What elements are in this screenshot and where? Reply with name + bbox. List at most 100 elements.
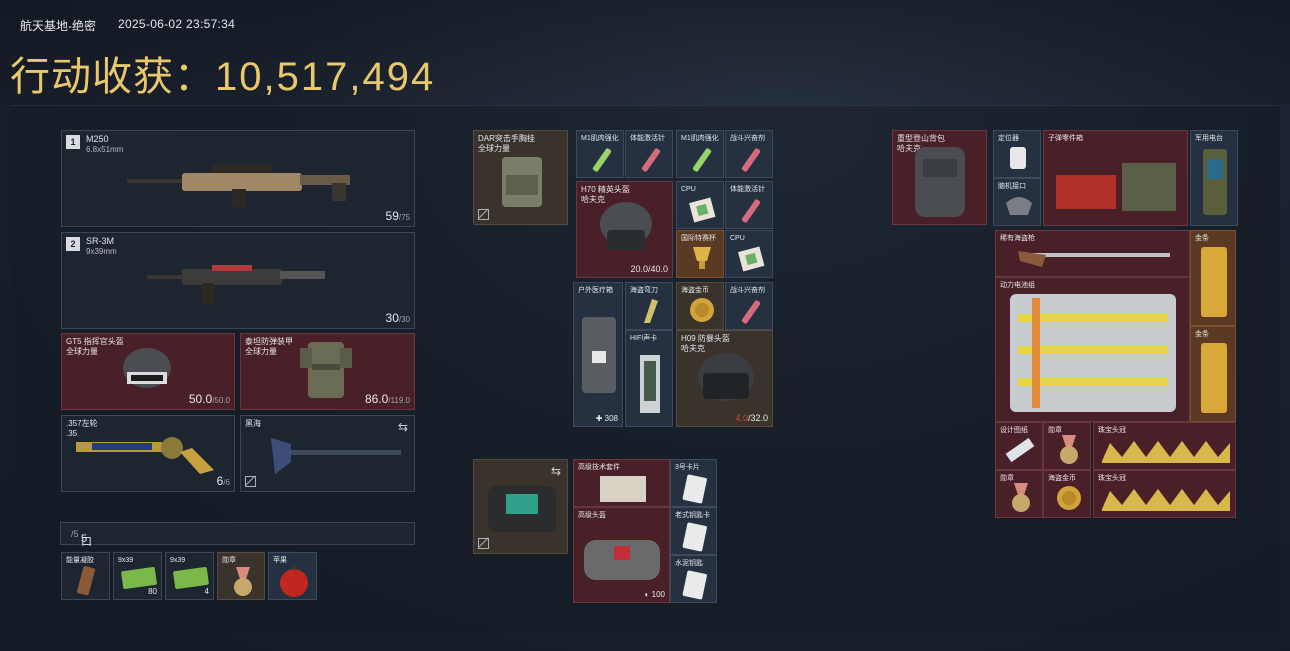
chest-rig-slot[interactable]: DAR突击手胸挂 全球力量 — [473, 130, 568, 225]
helmet-icon — [123, 348, 171, 388]
armor-slot[interactable]: 泰坦防弹装甲 全球力量 86.0/119.0 — [240, 333, 415, 410]
rig-item[interactable]: HIFI声卡 — [625, 330, 673, 427]
armor-vest-icon — [300, 342, 352, 398]
pocket-item[interactable]: 9x39 4 — [165, 552, 214, 600]
backpack-item[interactable]: 高级技术套件 — [573, 459, 670, 507]
pocket-item[interactable]: 9x39 80 — [113, 552, 162, 600]
helmet-slot[interactable]: GT5 指挥官头盔 全球力量 50.0/50.0 — [61, 333, 235, 410]
syringe-icon — [741, 148, 761, 172]
slot-index: 2 — [66, 237, 80, 251]
duffel-bag-icon — [584, 540, 660, 580]
item-label: 高级头盔 — [578, 512, 606, 519]
keycard-icon — [682, 570, 707, 600]
pistol-ammo: 6/6 — [216, 474, 230, 488]
backpack-item-battery[interactable]: 动力电池组 — [995, 277, 1190, 422]
backpack-item-ammo-parts[interactable]: 子弹零件箱 — [1043, 130, 1188, 226]
item-label: H09 防暴头盔 — [681, 334, 730, 343]
item-label: M1肌肉强化 — [581, 135, 619, 142]
backpack-item[interactable]: 设计图纸 — [995, 422, 1043, 470]
backpack-item[interactable]: 定位器 — [993, 130, 1041, 178]
rig-item[interactable]: 战斗兴奋剂 — [725, 282, 773, 330]
syringe-icon — [741, 300, 761, 324]
rig-item[interactable]: M1肌肉强化 — [676, 130, 724, 178]
weapon-ammo: 30/30 — [385, 311, 410, 325]
backpack-item[interactable]: 金条 — [1190, 230, 1236, 326]
case-icon — [488, 486, 556, 532]
rig-item[interactable]: 体能激活针 — [625, 130, 673, 178]
item-label: 战斗兴奋剂 — [730, 135, 765, 142]
backpack-item[interactable]: 珠宝头冠 — [1093, 470, 1236, 518]
keycard-icon — [682, 522, 707, 552]
rig-item-medkit[interactable]: 户外医疗箱 ✚ 308 — [573, 282, 623, 427]
rig-item-h09-helmet[interactable]: H09 防暴头盔 哈夫克 4.0/32.0 — [676, 330, 773, 427]
backpack-item[interactable]: 稀有海盗枪 — [995, 230, 1190, 277]
pocket-item[interactable]: 能量凝胶 — [61, 552, 110, 600]
chest-rig-name: DAR突击手胸挂 — [478, 134, 535, 143]
backpack-icon — [915, 147, 965, 217]
melee-slot[interactable]: 黑海 ⇆ — [240, 415, 415, 492]
rig-item[interactable]: M1肌肉强化 — [576, 130, 624, 178]
backpack-item[interactable]: 水泥钥匙 — [670, 555, 717, 603]
pocket-header: 口袋：5/5 — [60, 522, 415, 564]
map-name: 航天基地-绝密 — [20, 19, 96, 33]
rig-item-h70-helmet[interactable]: H70 精英头盔 哈夫克 20.0/40.0 — [576, 181, 673, 278]
weapon-slot-1[interactable]: 1 M250 6.8x51mm 59/75 — [61, 130, 415, 227]
blueprint-icon — [1005, 437, 1035, 463]
item-label: H70 精英头盔 — [581, 185, 630, 194]
slot-index: 1 — [66, 135, 80, 149]
backpack-item[interactable]: 勋章 — [1043, 422, 1091, 470]
syringe-icon — [692, 148, 712, 172]
item-label: 户外医疗箱 — [578, 287, 613, 294]
item-durability: 20.0/40.0 — [630, 264, 668, 274]
timestamp: 2025-06-02 23:57:34 — [118, 17, 236, 31]
battery-pack-icon — [1010, 294, 1176, 412]
haul-title: 行动收获：10,517,494 — [10, 44, 435, 102]
backpack-item[interactable]: 海盗金币 — [1043, 470, 1091, 518]
sound-card-icon — [640, 355, 660, 413]
ammo-crate-icon — [1056, 163, 1176, 211]
item-label: 体能激活针 — [730, 186, 765, 193]
rig-item[interactable]: 海盗弯刀 — [625, 282, 673, 330]
backpack-small-slot[interactable]: ⇆ — [473, 459, 568, 554]
swap-icon[interactable]: ⇆ — [551, 464, 561, 478]
backpack-item[interactable]: 军用电台 — [1190, 130, 1238, 226]
weapon-name: M250 — [86, 134, 109, 144]
gold-bar-icon — [1201, 343, 1227, 413]
weapon-slot-2[interactable]: 2 SR-3M 9x39mm 30/30 — [61, 232, 415, 329]
toolbox-icon — [600, 476, 646, 502]
crown-icon — [1102, 489, 1230, 511]
pocket-item[interactable]: 勋章 — [217, 552, 265, 600]
backpack-item[interactable]: 勋章 — [995, 470, 1043, 518]
gold-bar-icon — [1201, 247, 1227, 317]
haul-value: 10,517,494 — [215, 55, 436, 99]
syringe-icon — [592, 148, 612, 172]
backpack-item[interactable]: 脑机接口 — [993, 178, 1041, 226]
backpack-item[interactable]: 老式钥匙卡 — [670, 507, 717, 555]
backpack-item[interactable]: 金条 — [1190, 326, 1236, 422]
item-label: HIFI声卡 — [630, 335, 658, 342]
weapon-name: SR-3M — [86, 236, 115, 246]
neural-interface-icon — [1006, 197, 1032, 215]
backpack-item[interactable]: 珠宝头冠 — [1093, 422, 1236, 470]
rig-item[interactable]: 战斗兴奋剂 — [725, 130, 773, 178]
weapon-caliber: 9x39mm — [86, 247, 117, 256]
rig-item[interactable]: CPU — [725, 230, 773, 278]
backpack-large-slot[interactable]: 重型登山背包 哈夫克 — [892, 130, 987, 225]
helmet-icon — [600, 202, 652, 250]
pirate-rifle-icon — [1018, 251, 1170, 267]
backpack-item[interactable]: 3号卡片 — [670, 459, 717, 507]
pistol-slot[interactable]: .357左轮 .35 6/6 — [61, 415, 235, 492]
coin-icon — [1057, 486, 1081, 510]
rig-item[interactable]: 海盗金币 — [676, 282, 724, 330]
backpack-item-bag[interactable]: 高级头盔 ◐ 100 — [573, 507, 670, 603]
rig-item[interactable]: 体能激活针 — [725, 181, 773, 229]
rig-item[interactable]: 国际特赛杯 — [676, 230, 724, 278]
pocket-item[interactable]: 苹果 — [268, 552, 317, 600]
item-durability: 4.0/32.0 — [735, 413, 768, 423]
axe-icon — [271, 438, 401, 474]
helmet-durability: 50.0/50.0 — [188, 392, 230, 406]
pocket-max: /5 — [71, 529, 79, 539]
lock-icon — [245, 476, 256, 487]
rig-item[interactable]: CPU — [676, 181, 724, 229]
locator-icon — [1010, 147, 1026, 169]
